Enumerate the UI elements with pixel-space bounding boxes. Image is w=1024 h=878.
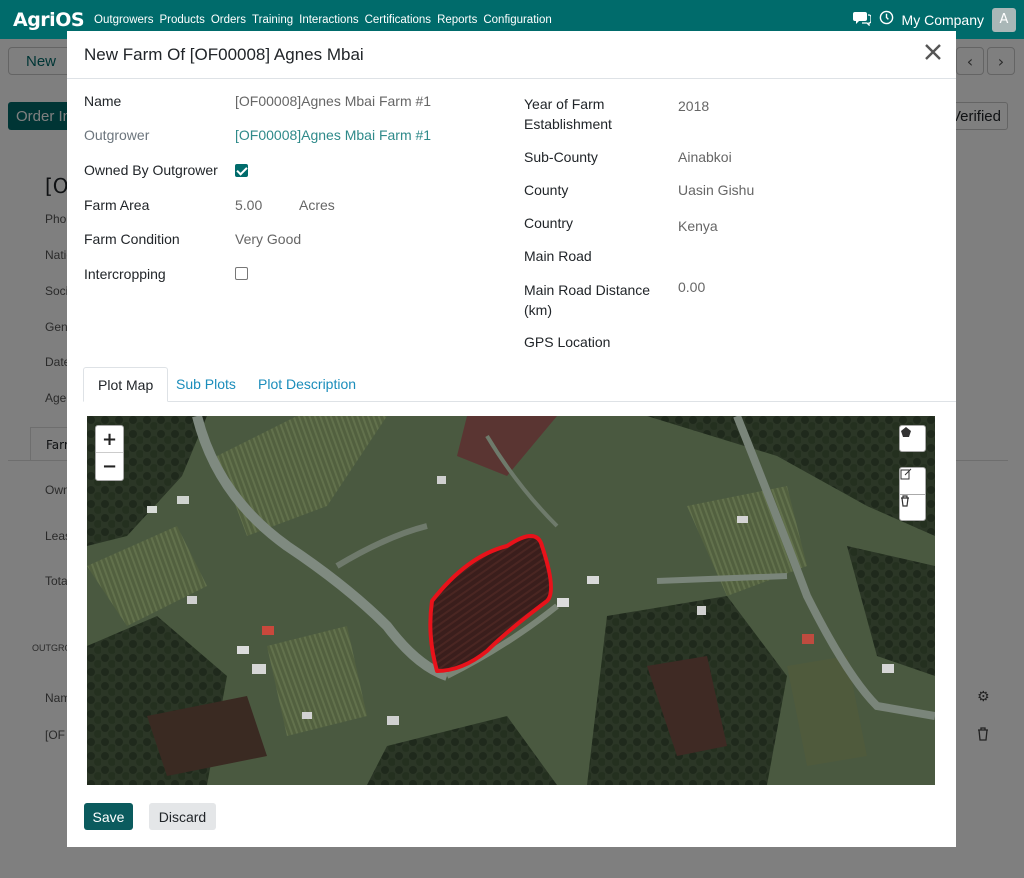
satellite-imagery [87,416,935,785]
year-label-line-2: Establishment [524,116,612,132]
menu-item-outgrowers[interactable]: Outgrowers [94,14,153,26]
name-label: Name [84,93,122,109]
tab-sub-plots[interactable]: Sub Plots [162,367,250,402]
farm-area-field[interactable]: 5.00 [235,195,262,215]
owned-by-outgrower-checkbox[interactable] [235,164,248,177]
sub-county-field[interactable]: Ainabkoi [678,147,732,167]
tab-plot-map[interactable]: Plot Map [83,367,169,402]
tab-plot-description[interactable]: Plot Description [244,367,370,402]
menu-item-certifications[interactable]: Certifications [365,14,431,26]
county-field[interactable]: Uasin Gishu [678,180,754,200]
farm-condition-select[interactable]: Very Good [235,229,301,249]
menu-item-orders[interactable]: Orders [211,14,246,26]
main-menu: Outgrowers Products Orders Training Inte… [94,14,552,26]
menu-item-products[interactable]: Products [159,14,204,26]
plot-map[interactable]: + − [87,416,935,785]
main-road-label: Main Road [524,248,592,264]
menu-item-reports[interactable]: Reports [437,14,477,26]
zoom-out-button[interactable]: − [96,453,123,480]
name-field[interactable]: [OF00008]Agnes Mbai Farm #1 [235,91,431,111]
owned-by-outgrower-label: Owned By Outgrower [84,162,218,178]
main-road-field[interactable] [678,246,878,266]
main-road-distance-field[interactable]: 0.00 [678,277,705,297]
gps-location-field[interactable] [678,332,878,352]
company-switcher[interactable]: My Company [902,12,984,28]
close-icon[interactable] [924,41,942,65]
distance-label-line-2: (km) [524,302,552,318]
main-road-distance-label: Main Road Distance (km) [524,280,650,320]
app-logo[interactable]: AgriOS [13,9,85,31]
modal-header: New Farm Of [OF00008] Agnes Mbai [67,31,956,79]
chat-icon[interactable] [852,10,872,30]
year-establishment-label: Year of Farm Establishment [524,94,612,134]
discard-button[interactable]: Discard [149,803,216,830]
distance-label-line-1: Main Road Distance [524,282,651,298]
outgrower-label: Outgrower [84,127,150,143]
sub-county-label: Sub-County [524,149,598,165]
delete-layers-icon[interactable] [899,494,926,521]
country-label: Country [524,215,574,231]
intercropping-checkbox[interactable] [235,267,248,280]
menu-item-training[interactable]: Training [252,14,293,26]
farm-area-label: Farm Area [84,197,150,213]
zoom-in-button[interactable]: + [96,426,123,453]
clock-icon[interactable] [879,10,894,29]
draw-polygon-icon[interactable] [899,425,926,452]
user-avatar[interactable]: A [992,7,1016,32]
save-button[interactable]: Save [84,803,133,830]
gps-location-label: GPS Location [524,334,611,350]
zoom-control: + − [95,425,124,481]
country-field[interactable]: Kenya [678,216,718,236]
edit-layers-icon[interactable] [899,467,926,495]
farm-area-unit[interactable]: Acres [299,195,335,215]
year-label-line-1: Year of Farm [524,96,605,112]
farm-condition-label: Farm Condition [84,231,180,247]
outgrower-link[interactable]: [OF00008]Agnes Mbai Farm #1 [235,125,431,145]
county-label: County [524,182,569,198]
menu-item-configuration[interactable]: Configuration [483,14,551,26]
menu-item-interactions[interactable]: Interactions [299,14,358,26]
year-establishment-field[interactable]: 2018 [678,96,709,116]
new-farm-dialog: New Farm Of [OF00008] Agnes Mbai Name [O… [67,31,956,847]
modal-title: New Farm Of [OF00008] Agnes Mbai [84,45,364,64]
intercropping-label: Intercropping [84,266,166,282]
